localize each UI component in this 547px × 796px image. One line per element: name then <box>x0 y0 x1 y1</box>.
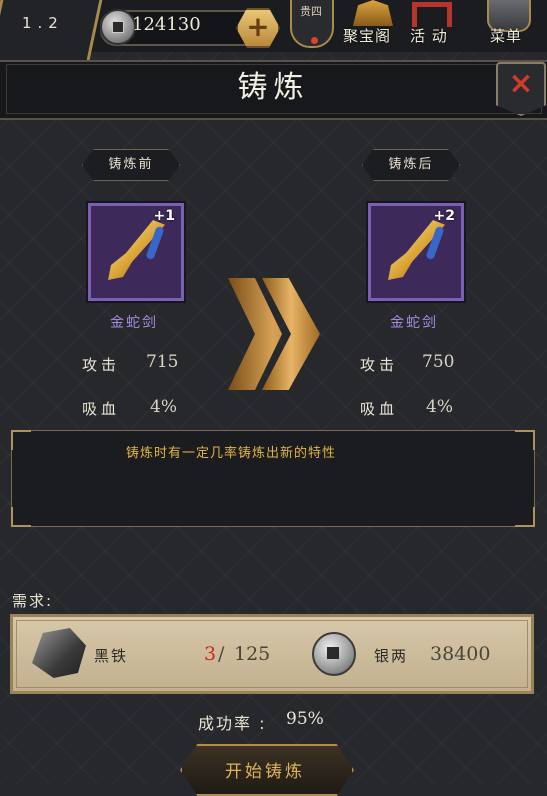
level-badge[interactable] <box>0 0 105 68</box>
after-stat-label: 攻击 <box>360 356 399 374</box>
corner-ornament <box>515 430 535 450</box>
before-item-name: 金蛇剑 <box>110 315 158 331</box>
close-icon[interactable]: × <box>496 66 546 101</box>
page-title: 铸炼 <box>237 70 310 105</box>
treasure-button-label[interactable]: 聚宝阁 <box>343 25 391 46</box>
before-tag: 铸炼前 <box>82 149 180 181</box>
silver-coin-icon <box>100 9 136 45</box>
corner-ornament <box>515 507 535 527</box>
event-icon[interactable] <box>412 2 452 27</box>
after-tag: 铸炼后 <box>362 149 460 181</box>
material-need: 125 <box>234 643 271 665</box>
level-text: 1.2 <box>22 14 64 32</box>
material-have: 3 <box>204 643 217 665</box>
currency-amount: 38400 <box>430 643 491 665</box>
corner-ornament <box>11 507 31 527</box>
success-rate-value: 95% <box>286 709 324 729</box>
event-button-label[interactable]: 活 动 <box>410 25 448 46</box>
menu-button-label[interactable]: 菜单 <box>490 25 522 46</box>
silver-coin-icon <box>312 632 356 676</box>
before-stat-label: 攻击 <box>82 356 121 374</box>
after-item-name: 金蛇剑 <box>390 315 438 331</box>
after-stat-value: 4% <box>426 397 453 417</box>
corner-ornament <box>11 430 31 450</box>
currency-name: 银两 <box>374 647 409 665</box>
before-stat-label: 吸血 <box>82 400 121 418</box>
requirements-label: 需求: <box>12 592 54 610</box>
enhance-level: +1 <box>153 208 175 224</box>
start-forge-label[interactable]: 开始铸炼 <box>180 757 350 782</box>
vip-text: 贵四 <box>300 5 322 18</box>
material-name: 黑铁 <box>94 647 129 665</box>
money-value: 124130 <box>132 14 201 35</box>
notification-dot <box>311 37 318 44</box>
after-stat-value: 750 <box>422 352 455 372</box>
info-text: 铸炼时有一定几率铸炼出新的特性 <box>126 446 337 461</box>
after-stat-label: 吸血 <box>360 400 399 418</box>
material-separator: / <box>218 643 225 665</box>
enhance-level: +2 <box>433 208 455 224</box>
before-stat-value: 4% <box>150 397 177 417</box>
before-item-slot[interactable]: +1 <box>88 203 184 301</box>
before-stat-value: 715 <box>146 352 179 372</box>
after-item-slot[interactable]: +2 <box>368 203 464 301</box>
success-rate-label: 成功率 : <box>198 714 267 733</box>
